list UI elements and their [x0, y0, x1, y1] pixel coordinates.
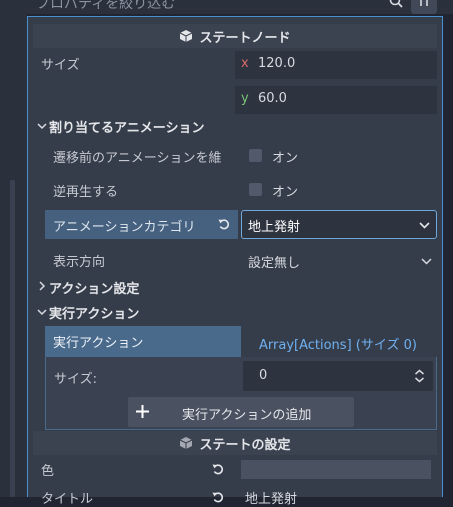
state-settings-title: ステートの設定 — [199, 437, 291, 453]
state-settings-header: ステートの設定 — [33, 431, 437, 455]
exec-actions-array-value: Array[Actions] (サイズ 0) — [259, 338, 417, 353]
prev-anim-label: 遷移前のアニメーションを維 — [53, 151, 222, 166]
filter-bar: プロパティを絞り込む — [27, 0, 453, 14]
plus-icon — [136, 405, 149, 418]
size-label: サイズ — [41, 58, 80, 73]
action-settings-header[interactable]: アクション設定 — [33, 276, 437, 297]
category-value: 地上発射 — [248, 220, 301, 235]
reverse-checkbox[interactable] — [249, 183, 262, 196]
reverse-label: 逆再生する — [53, 185, 119, 200]
title-label: タイトル — [41, 492, 94, 507]
filter-input[interactable]: プロパティを絞り込む — [36, 0, 175, 13]
color-label: 色 — [41, 464, 55, 479]
category-row[interactable]: アニメーションカテゴリ — [45, 210, 238, 239]
direction-dropdown[interactable]: 設定無し — [241, 246, 437, 274]
size-x-axis: x — [241, 56, 249, 71]
add-exec-action-button[interactable]: 実行アクションの追加 — [128, 397, 354, 427]
exec-actions-array-button[interactable]: Array[Actions] (サイズ 0) — [241, 326, 437, 357]
exec-actions-row-text: 実行アクション — [53, 336, 144, 351]
cube-icon — [179, 29, 193, 43]
chevron-right-icon — [38, 281, 46, 291]
array-size-spinbox[interactable]: 0 — [243, 361, 433, 391]
cube-icon — [179, 436, 193, 450]
chevron-down-icon — [37, 122, 47, 130]
chevron-down-icon — [37, 308, 47, 316]
left-gutter — [0, 0, 27, 497]
prev-anim-checkbox[interactable] — [249, 149, 262, 162]
exec-actions-title: 実行アクション — [49, 307, 140, 322]
prev-anim-check-label[interactable]: オン — [272, 147, 298, 166]
size-y-axis: y — [241, 91, 249, 106]
state-node-header: ステートノード — [33, 24, 437, 48]
array-size-value: 0 — [259, 368, 268, 383]
action-settings-title: アクション設定 — [49, 282, 140, 297]
category-dropdown[interactable]: 地上発射 — [241, 210, 437, 239]
array-size-label: サイズ: — [54, 372, 97, 387]
size-x-field[interactable]: x 120.0 — [235, 51, 437, 79]
exec-actions-row-label[interactable]: 実行アクション — [45, 326, 241, 357]
direction-label: 表示方向 — [53, 255, 106, 270]
exec-actions-header[interactable]: 実行アクション — [33, 302, 437, 322]
size-x-value: 120.0 — [258, 56, 296, 71]
revert-icon[interactable] — [212, 491, 225, 504]
exec-actions-editor: サイズ: 0 実行アクションの追加 — [45, 357, 437, 430]
title-value[interactable]: 地上発射 — [245, 488, 297, 507]
category-label: アニメーションカテゴリ — [53, 220, 196, 235]
size-y-value: 60.0 — [258, 91, 287, 106]
chevron-down-icon — [421, 257, 432, 265]
revert-icon[interactable] — [212, 463, 225, 476]
reverse-check-label[interactable]: オン — [272, 181, 298, 200]
sort-button[interactable] — [411, 0, 437, 14]
color-picker[interactable] — [241, 460, 431, 479]
anim-section-header[interactable]: 割り当てるアニメーション — [33, 116, 437, 136]
direction-value: 設定無し — [248, 256, 301, 271]
search-icon — [389, 0, 403, 8]
chevron-down-icon — [419, 221, 430, 229]
scrollbar[interactable] — [10, 180, 15, 497]
state-node-title: ステートノード — [199, 30, 291, 46]
revert-icon[interactable] — [218, 218, 231, 231]
anim-section-title: 割り当てるアニメーション — [49, 121, 205, 136]
updown-arrows-icon[interactable] — [414, 369, 425, 383]
size-y-field[interactable]: y 60.0 — [235, 86, 437, 114]
add-exec-action-label: 実行アクションの追加 — [182, 408, 312, 423]
